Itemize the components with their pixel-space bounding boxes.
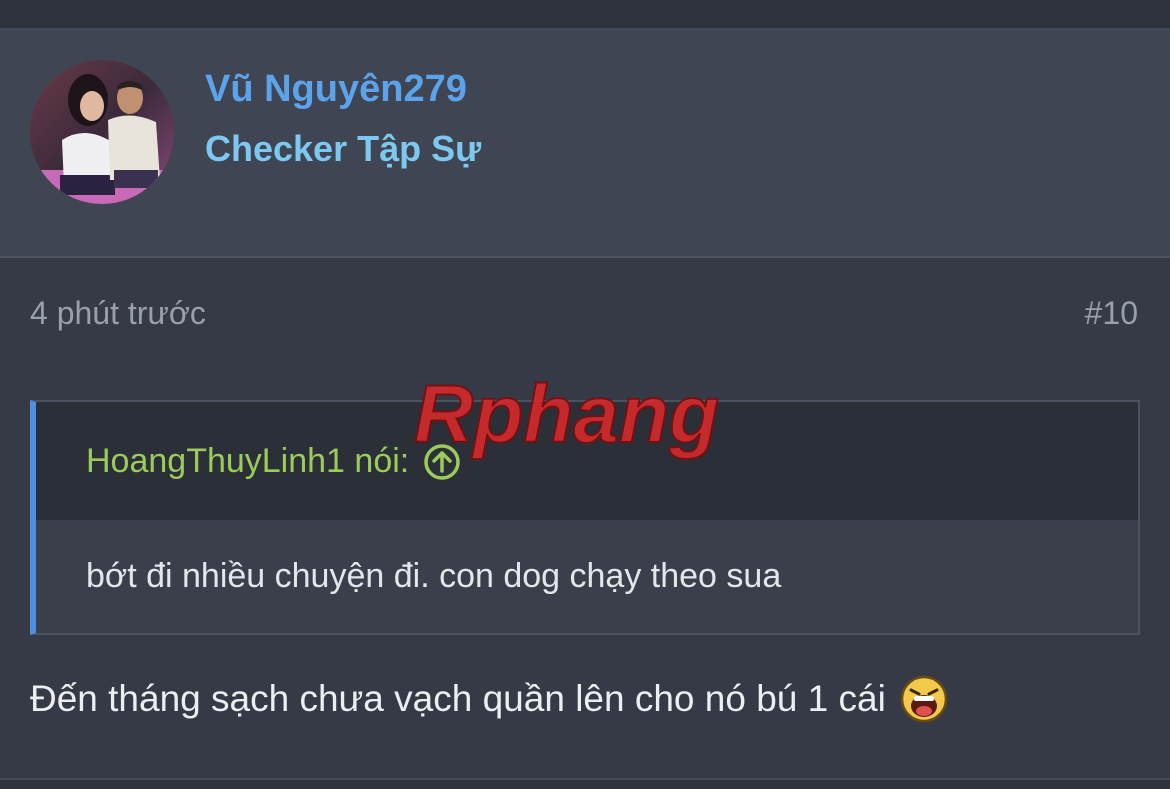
post-message: Đến tháng sạch chưa vạch quần lên cho nó… bbox=[30, 675, 948, 723]
post-container: Vũ Nguyên279 Checker Tập Sự 4 phút trước… bbox=[0, 28, 1170, 780]
avatar-image bbox=[30, 60, 174, 204]
quote-text: bớt đi nhiều chuyện đi. con dog chạy the… bbox=[86, 557, 782, 595]
watermark-logo: Rphang bbox=[413, 370, 720, 461]
user-block: Vũ Nguyên279 Checker Tập Sự bbox=[0, 30, 1170, 258]
message-text: Đến tháng sạch chưa vạch quần lên cho nó… bbox=[30, 678, 886, 719]
quote-author-link[interactable]: HoangThuyLinh1 nói: bbox=[86, 442, 461, 481]
username-link[interactable]: Vũ Nguyên279 bbox=[205, 68, 467, 111]
quote-author-label: HoangThuyLinh1 nói: bbox=[86, 442, 410, 480]
post-timestamp[interactable]: 4 phút trước bbox=[30, 295, 206, 332]
avatar[interactable] bbox=[30, 60, 174, 204]
laughing-face-icon bbox=[900, 675, 948, 723]
user-title: Checker Tập Sự bbox=[205, 128, 482, 169]
post-number-link[interactable]: #10 bbox=[1085, 295, 1138, 332]
watermark-text: Rphang bbox=[414, 370, 719, 460]
